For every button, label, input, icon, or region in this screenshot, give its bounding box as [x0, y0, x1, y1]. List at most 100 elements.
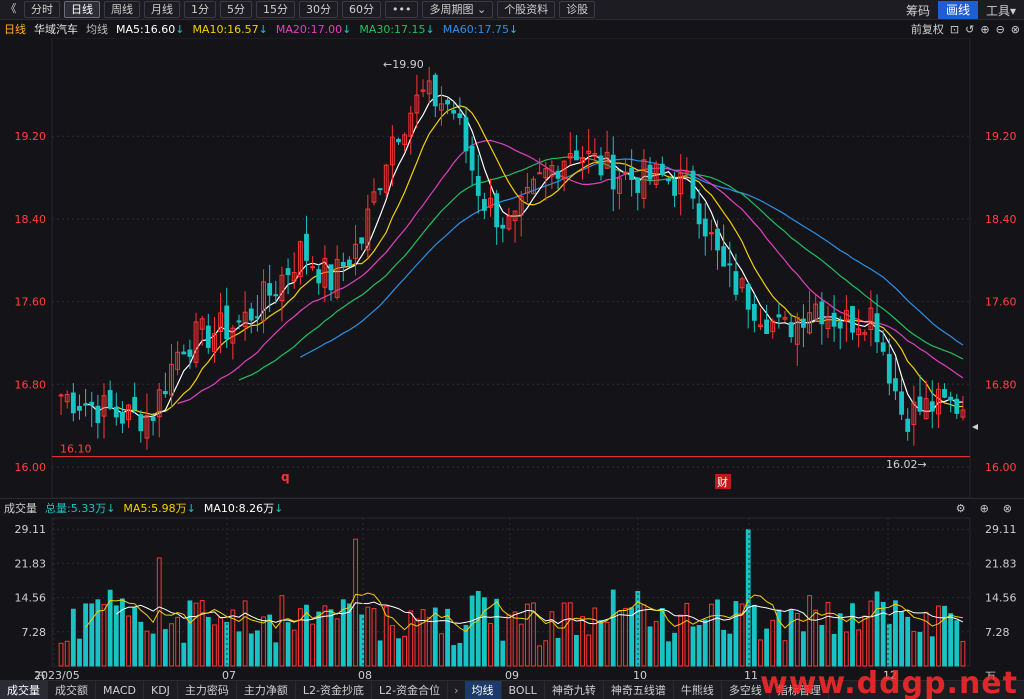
- toolbar-right-0[interactable]: 筹码: [898, 2, 938, 19]
- price-tick-left: 19.20: [15, 130, 47, 143]
- candle-body: [267, 283, 273, 296]
- candle-body: [132, 397, 138, 411]
- candle-body: [721, 246, 727, 267]
- volume-bar: [788, 610, 794, 667]
- volume-bar: [954, 620, 960, 667]
- price-tick-right: 18.40: [985, 213, 1017, 226]
- indicator-tab-5[interactable]: 主力净额: [237, 681, 296, 699]
- back-icon[interactable]: 《: [2, 1, 20, 18]
- kline-chart[interactable]: 19.20 19.20 18.40 18.40 17.60 17.60 16.80 16.80…: [0, 38, 1024, 680]
- candle-body: [445, 99, 450, 105]
- period-button-12[interactable]: 诊股: [559, 1, 596, 18]
- period-button-11[interactable]: 个股资料: [497, 1, 556, 18]
- period-button-9[interactable]: •••: [385, 1, 419, 18]
- candle-body: [162, 391, 168, 395]
- volume-zoom-in-icon[interactable]: ⊕: [980, 502, 989, 515]
- volume-bar: [543, 640, 549, 667]
- lock-icon[interactable]: ⊡: [950, 23, 959, 36]
- period-button-1[interactable]: 日线: [64, 1, 100, 18]
- period-button-5[interactable]: 5分: [220, 1, 252, 18]
- indicator-tab-1[interactable]: 成交额: [48, 681, 96, 699]
- chart-tools: 前复权 ⊡ ↺ ⊕ ⊖ ⊗: [905, 20, 1020, 38]
- candle-body: [83, 403, 89, 406]
- avg-line-label[interactable]: 均线: [86, 21, 108, 37]
- volume-bar: [297, 608, 303, 667]
- candle-body: [120, 411, 125, 424]
- indicator-tab-4[interactable]: 主力密码: [178, 681, 237, 699]
- indicator-tab-12[interactable]: 神奇五线谱: [604, 681, 674, 699]
- candle-body: [396, 138, 401, 143]
- period-button-2[interactable]: 周线: [104, 1, 140, 18]
- volume-bar: [745, 529, 751, 667]
- candle-body: [254, 316, 260, 319]
- indicator-tab-9[interactable]: 均线: [464, 681, 502, 699]
- period-button-7[interactable]: 30分: [299, 1, 338, 18]
- period-button-6[interactable]: 15分: [256, 1, 295, 18]
- volume-bar: [616, 610, 622, 667]
- price-tick-left: 16.80: [15, 378, 47, 391]
- x-axis-label: 09: [505, 669, 519, 680]
- event-marker-q: q: [281, 470, 290, 484]
- ma-indicator-bar: 日线 华域汽车 均线 MA5:16.60↓ MA10:16.57↓ MA20:1…: [0, 20, 1024, 38]
- indicator-tab-6[interactable]: L2-资金抄底: [296, 681, 373, 699]
- toolbar-right-2[interactable]: 工具▾: [978, 2, 1024, 19]
- volume-bar: [451, 645, 457, 667]
- period-button-0[interactable]: 分时: [24, 1, 60, 18]
- indicator-tab-3[interactable]: KDJ: [144, 681, 178, 699]
- indicator-tab-10[interactable]: BOLL: [502, 681, 545, 699]
- indicator-tab-0[interactable]: 成交量: [0, 681, 48, 699]
- volume-close-icon[interactable]: ⊗: [1003, 502, 1012, 515]
- volume-bar: [813, 609, 819, 667]
- close-icon[interactable]: ⊗: [1011, 23, 1020, 36]
- volume-settings-icon[interactable]: ⚙: [956, 502, 966, 515]
- period-button-10[interactable]: 多周期图 ⌄: [422, 1, 494, 18]
- volume-bar: [310, 623, 316, 667]
- volume-bar: [402, 635, 408, 667]
- candle-body: [500, 224, 506, 229]
- volume-bar: [396, 638, 401, 667]
- undo-icon[interactable]: ↺: [965, 23, 974, 36]
- volume-bar: [457, 642, 463, 667]
- volume-bar: [653, 620, 659, 667]
- volume-tick-right: 29.11: [985, 523, 1017, 536]
- volume-bar: [574, 635, 579, 667]
- ma20-value: MA20:17.00: [275, 22, 343, 36]
- volume-bar: [733, 601, 739, 667]
- zoom-in-icon[interactable]: ⊕: [980, 23, 989, 36]
- period-button-3[interactable]: 月线: [144, 1, 180, 18]
- volume-bar: [426, 616, 432, 667]
- indicator-tab-13[interactable]: 牛熊线: [674, 681, 722, 699]
- candle-body: [727, 263, 733, 266]
- candle-body: [377, 188, 383, 191]
- candle-body: [494, 193, 500, 228]
- toolbar-right: 筹码 画线 工具▾: [898, 0, 1024, 20]
- adjust-mode-button[interactable]: 前复权: [911, 21, 944, 37]
- indicator-tab-7[interactable]: L2-资金合位: [372, 681, 449, 699]
- volume-tick-left: 21.83: [15, 557, 47, 570]
- ma20-line: [177, 139, 964, 405]
- volume-bar: [715, 599, 720, 667]
- toolbar-right-1[interactable]: 画线: [937, 1, 978, 19]
- candle-body: [77, 405, 82, 411]
- volume-bar: [672, 632, 677, 667]
- indicator-tab-11[interactable]: 神奇九转: [545, 681, 604, 699]
- volume-tools: ⚙ ⊕ ⊗: [950, 499, 1020, 517]
- volume-bar: [555, 637, 561, 667]
- volume-bar: [659, 607, 665, 667]
- volume-bar: [113, 605, 119, 667]
- period-button-4[interactable]: 1分: [184, 1, 216, 18]
- candle-body: [715, 228, 720, 251]
- period-button-8[interactable]: 60分: [342, 1, 381, 18]
- x-axis-label: 08: [358, 669, 372, 680]
- volume-bar: [764, 628, 770, 667]
- indicator-tab-2[interactable]: MACD: [96, 681, 144, 699]
- zoom-out-icon[interactable]: ⊖: [996, 23, 1005, 36]
- indicator-tab-8[interactable]: ›: [448, 684, 464, 697]
- candle-body: [610, 154, 616, 190]
- volume-bar: [684, 602, 690, 667]
- candle-body: [929, 401, 935, 412]
- ma10-down-icon: ↓: [258, 22, 268, 36]
- volume-bar: [770, 619, 776, 667]
- price-tick-left: 18.40: [15, 213, 47, 226]
- volume-bar: [322, 605, 328, 667]
